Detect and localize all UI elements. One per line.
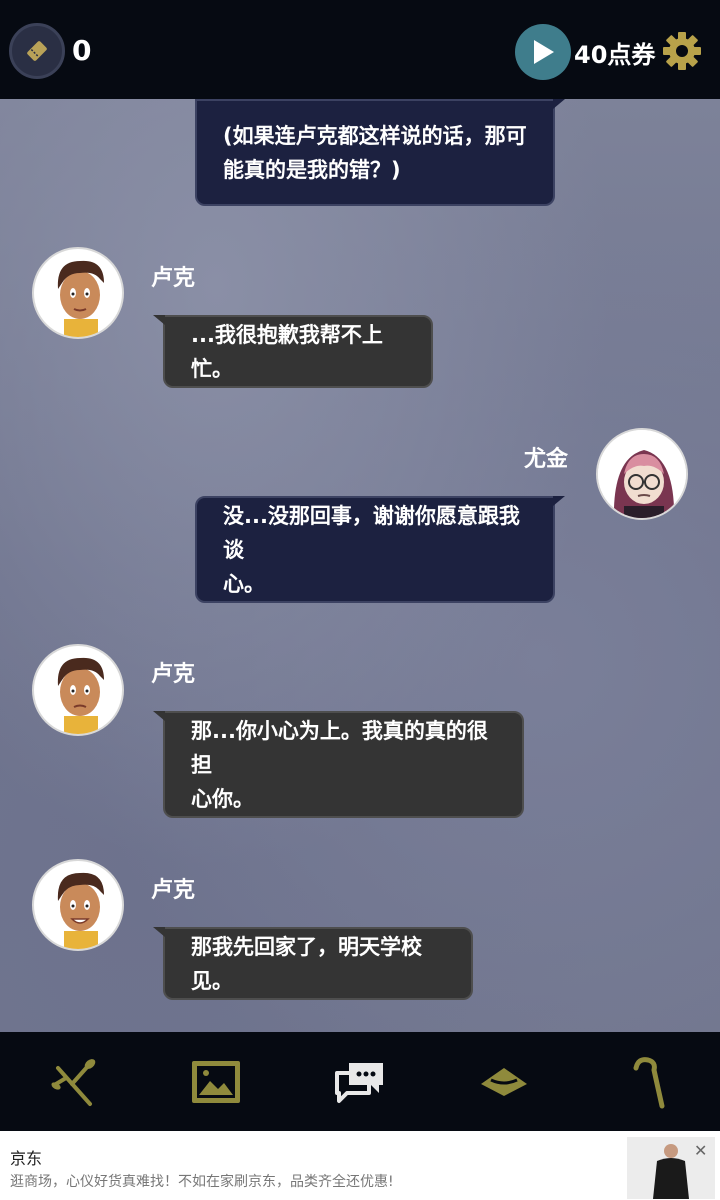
branch-icon [51, 1059, 96, 1106]
gear-icon [663, 32, 701, 70]
chat-bubble-luke: 那我先回家了，明天学校见。 [153, 927, 473, 1000]
nav-branch-button[interactable] [46, 1054, 102, 1110]
ticket-count: 0 [72, 34, 92, 67]
cane-icon [633, 1057, 665, 1109]
ticket-button[interactable] [9, 23, 65, 79]
points-label: 40点券 [574, 41, 656, 69]
avatar-luke [32, 247, 124, 339]
settings-button[interactable] [661, 30, 703, 72]
chat-bubble-luke: 那...你小心为上。我真的真的很担 心你。 [153, 711, 524, 818]
nav-chat-log-button[interactable] [332, 1054, 388, 1110]
message-line: 能真的是我的错？) [223, 157, 401, 182]
gallery-icon [192, 1061, 240, 1103]
message-line: 心你。 [191, 786, 254, 811]
chat-area[interactable]: (如果连卢克都这样说的话，那可 能真的是我的错？) 卢克 ...我很抱歉我帮不上… [0, 99, 720, 1032]
message-line: 心。 [223, 571, 265, 596]
top-bar: 0 40点券 [0, 0, 720, 99]
play-icon [534, 40, 554, 64]
speaker-name: 尤金 [524, 447, 569, 472]
chat-bubble-yujin: (如果连卢克都这样说的话，那可 能真的是我的错？) [195, 99, 565, 206]
ad-banner[interactable]: 京东 逛商场，心仪好货真难找！不如在家刷京东，品类齐全还优惠! ✕ [0, 1131, 720, 1200]
ticket-icon [27, 41, 47, 61]
bottom-nav [0, 1032, 720, 1131]
message-line: 没...没那回事，谢谢你愿意跟我谈 [223, 503, 520, 562]
message-line: 那...你小心为上。我真的真的很担 [191, 718, 488, 777]
avatar-yujin [596, 428, 688, 520]
nav-gallery-button[interactable] [188, 1054, 244, 1110]
nav-hat-button[interactable] [476, 1054, 532, 1110]
ad-close-button[interactable]: ✕ [694, 1141, 707, 1160]
speaker-name: 卢克 [151, 662, 196, 687]
nav-cane-button[interactable] [620, 1054, 676, 1110]
speaker-name: 卢克 [151, 878, 196, 903]
chat-log-icon [335, 1063, 383, 1103]
hat-icon [481, 1068, 527, 1096]
avatar-luke [32, 859, 124, 951]
message-line: (如果连卢克都这样说的话，那可 [223, 123, 527, 148]
ad-title: 京东 [10, 1149, 43, 1168]
chat-bubble-luke: ...我很抱歉我帮不上忙。 [153, 315, 433, 388]
message-line: ...我很抱歉我帮不上忙。 [191, 322, 383, 381]
ad-text: 逛商场，心仪好货真难找！不如在家刷京东，品类齐全还优惠! [10, 1174, 394, 1190]
message-line: 那我先回家了，明天学校见。 [191, 934, 422, 993]
chat-bubble-yujin: 没...没那回事，谢谢你愿意跟我谈 心。 [195, 496, 565, 603]
avatar-luke [32, 644, 124, 736]
speaker-name: 卢克 [151, 266, 196, 291]
play-ad-button[interactable] [515, 24, 571, 80]
